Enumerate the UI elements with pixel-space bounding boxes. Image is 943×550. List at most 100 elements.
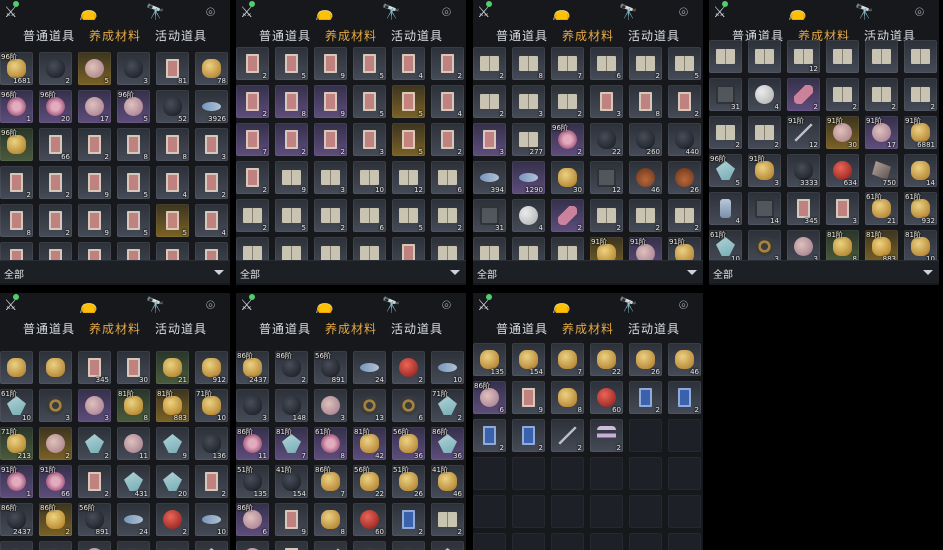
item-slot[interactable]: 10 (431, 351, 464, 384)
item-slot[interactable]: 2 (195, 465, 228, 498)
item-slot[interactable]: 96阶 20 (39, 90, 72, 123)
item-slot[interactable]: 2 (156, 503, 189, 536)
item-slot[interactable]: 96阶 1 (0, 90, 33, 123)
filter-dropdown[interactable]: 全部 (709, 260, 939, 283)
item-slot[interactable]: 9 (156, 427, 189, 460)
item-slot[interactable]: 26 (668, 161, 701, 194)
item-slot[interactable]: 91阶 6881 (904, 116, 937, 149)
spyglass-icon[interactable]: 🔭 (855, 3, 874, 21)
item-slot[interactable]: 2 (431, 123, 464, 156)
item-slot[interactable]: 3 (590, 85, 623, 118)
item-slot[interactable]: 8 (275, 85, 308, 118)
item-slot[interactable]: 394 (473, 161, 506, 194)
item-slot[interactable]: 2 (236, 199, 269, 232)
item-slot[interactable]: 61阶 932 (904, 192, 937, 225)
spyglass-icon[interactable]: 🔭 (619, 296, 638, 314)
item-slot[interactable]: 86阶 6 (236, 503, 269, 536)
item-slot[interactable]: 2 (904, 78, 937, 111)
item-slot[interactable]: 912 (195, 351, 228, 384)
item-slot[interactable]: 22 (590, 343, 623, 376)
item-slot[interactable] (39, 541, 72, 550)
item-slot[interactable]: 8 (0, 204, 33, 237)
item-slot[interactable]: 61阶 8 (314, 427, 347, 460)
spyglass-icon[interactable]: 🔭 (382, 3, 401, 21)
item-slot[interactable] (826, 40, 859, 73)
tab-2[interactable]: 活动道具 (628, 27, 680, 49)
item-slot[interactable]: 2 (473, 85, 506, 118)
item-slot[interactable]: 4 (748, 78, 781, 111)
item-slot[interactable]: 3 (195, 128, 228, 161)
item-slot[interactable]: 154 (512, 343, 545, 376)
item-slot[interactable]: 4 (512, 199, 545, 232)
item-slot[interactable]: 5 (668, 47, 701, 80)
item-slot[interactable]: 5 (353, 47, 386, 80)
item-slot[interactable]: 12 (787, 40, 820, 73)
item-slot[interactable]: 345 (787, 192, 820, 225)
item-slot[interactable]: 2 (78, 427, 111, 460)
location-pin-icon[interactable]: ⌾ (679, 3, 688, 21)
item-slot[interactable]: 2 (865, 78, 898, 111)
item-slot[interactable]: 24 (117, 503, 150, 536)
item-slot[interactable]: 3 (236, 389, 269, 422)
item-slot[interactable] (314, 541, 347, 550)
item-slot[interactable]: 2 (512, 419, 545, 452)
pouch-icon[interactable]: 👝 (552, 3, 571, 21)
item-slot[interactable]: 8 (117, 128, 150, 161)
item-slot[interactable]: 4 (195, 204, 228, 237)
item-slot[interactable] (865, 40, 898, 73)
item-slot[interactable]: 2 (629, 199, 662, 232)
item-slot[interactable]: 30 (117, 351, 150, 384)
spyglass-icon[interactable]: 🔭 (382, 296, 401, 314)
item-slot[interactable]: 78 (195, 52, 228, 85)
item-slot[interactable]: 2 (314, 123, 347, 156)
item-slot[interactable]: 2 (826, 78, 859, 111)
crossed-swords-icon[interactable]: ⚔ (240, 294, 255, 314)
item-slot[interactable]: 2 (787, 78, 820, 111)
item-slot[interactable]: 81阶 42 (353, 427, 386, 460)
spyglass-icon[interactable]: 🔭 (146, 296, 165, 314)
location-pin-icon[interactable]: ⌾ (442, 3, 451, 21)
item-slot[interactable]: 10 (353, 161, 386, 194)
item-slot[interactable] (156, 541, 189, 550)
item-slot[interactable]: 96阶 1681 (0, 52, 33, 85)
item-slot[interactable]: 2 (668, 381, 701, 414)
item-slot[interactable]: 4 (431, 85, 464, 118)
item-slot[interactable]: 7 (551, 47, 584, 80)
tab-0[interactable]: 普通道具 (496, 320, 548, 342)
item-slot[interactable]: 2 (431, 199, 464, 232)
item-slot[interactable]: 2 (195, 166, 228, 199)
item-slot[interactable]: 2 (236, 161, 269, 194)
item-slot[interactable]: 81阶 7 (275, 427, 308, 460)
item-slot[interactable]: 6 (353, 199, 386, 232)
spyglass-icon[interactable]: 🔭 (619, 3, 638, 21)
item-slot[interactable]: 9 (512, 381, 545, 414)
crossed-swords-icon[interactable]: ⚔ (4, 1, 19, 21)
item-slot[interactable]: 2 (0, 166, 33, 199)
item-slot[interactable]: 5 (117, 204, 150, 237)
item-slot[interactable]: 61阶 10 (709, 230, 742, 263)
item-slot[interactable]: 86阶 6 (473, 381, 506, 414)
pouch-icon[interactable]: 👝 (79, 3, 98, 21)
tab-0[interactable]: 普通道具 (23, 320, 75, 342)
item-slot[interactable]: 135 (473, 343, 506, 376)
item-slot[interactable]: 31 (473, 199, 506, 232)
item-slot[interactable]: 81 (156, 52, 189, 85)
item-slot[interactable]: 3 (314, 161, 347, 194)
item-slot[interactable]: 7 (551, 343, 584, 376)
item-slot[interactable] (904, 40, 937, 73)
item-slot[interactable]: 634 (826, 154, 859, 187)
item-slot[interactable]: 66 (39, 128, 72, 161)
item-slot[interactable]: 86阶 36 (431, 427, 464, 460)
item-slot[interactable]: 5 (353, 85, 386, 118)
item-slot[interactable]: 5 (392, 123, 425, 156)
item-slot[interactable]: 22 (590, 123, 623, 156)
item-slot[interactable]: 2 (431, 47, 464, 80)
pouch-icon[interactable]: 👝 (788, 3, 807, 21)
filter-dropdown[interactable]: 全部 (236, 260, 466, 283)
item-slot[interactable]: 24 (353, 351, 386, 384)
item-slot[interactable] (431, 541, 464, 550)
item-slot[interactable]: 2 (668, 85, 701, 118)
item-slot[interactable]: 4 (709, 192, 742, 225)
item-slot[interactable]: 61阶 10 (0, 389, 33, 422)
item-slot[interactable]: 5 (78, 52, 111, 85)
